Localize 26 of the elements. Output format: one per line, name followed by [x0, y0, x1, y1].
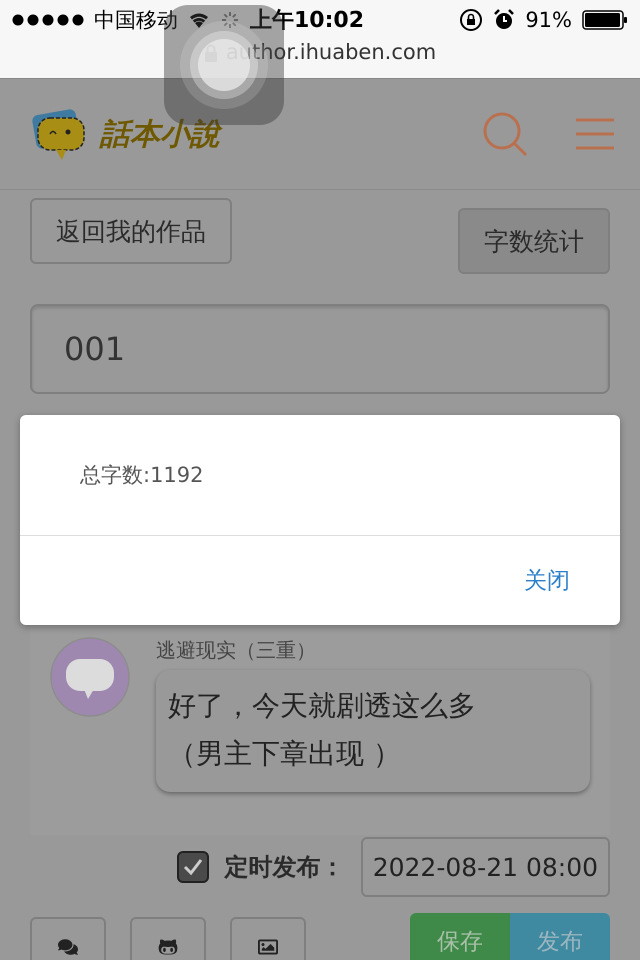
word-count-button[interactable]: 字数统计	[458, 208, 610, 274]
comments-icon[interactable]	[30, 917, 106, 960]
message-line: 好了，今天就剧透这么多	[168, 688, 477, 724]
loading-spinner-icon	[220, 10, 240, 30]
checkmark-icon	[182, 856, 204, 878]
back-to-my-works-button[interactable]: 返回我的作品	[30, 198, 232, 264]
signal-icon	[12, 14, 84, 26]
cat-face-icon[interactable]	[130, 917, 206, 960]
publish-time-field[interactable]: 2022-08-21 08:00	[360, 837, 610, 897]
schedule-label: 定时发布：	[224, 852, 345, 883]
wifi-icon	[188, 12, 210, 28]
avatar-icon	[50, 637, 130, 717]
save-button[interactable]: 保存	[410, 913, 510, 960]
message-line: （男主下章出现 ）	[168, 736, 402, 772]
close-link[interactable]: 关闭	[524, 565, 570, 596]
carrier-name: 中国移动	[94, 7, 178, 34]
rotation-lock-icon	[459, 8, 484, 32]
total-word-count: 总字数:1192	[80, 462, 204, 489]
battery-percentage: 91%	[525, 8, 572, 32]
title-field[interactable]: 001	[30, 304, 610, 394]
schedule-checkbox[interactable]	[176, 851, 209, 883]
alarm-clock-icon	[493, 9, 516, 31]
character-name: 逃避现实（三重）	[156, 637, 317, 664]
clock-time: 上午10:02	[250, 7, 364, 35]
image-icon[interactable]	[230, 917, 306, 960]
battery-icon	[582, 10, 628, 30]
